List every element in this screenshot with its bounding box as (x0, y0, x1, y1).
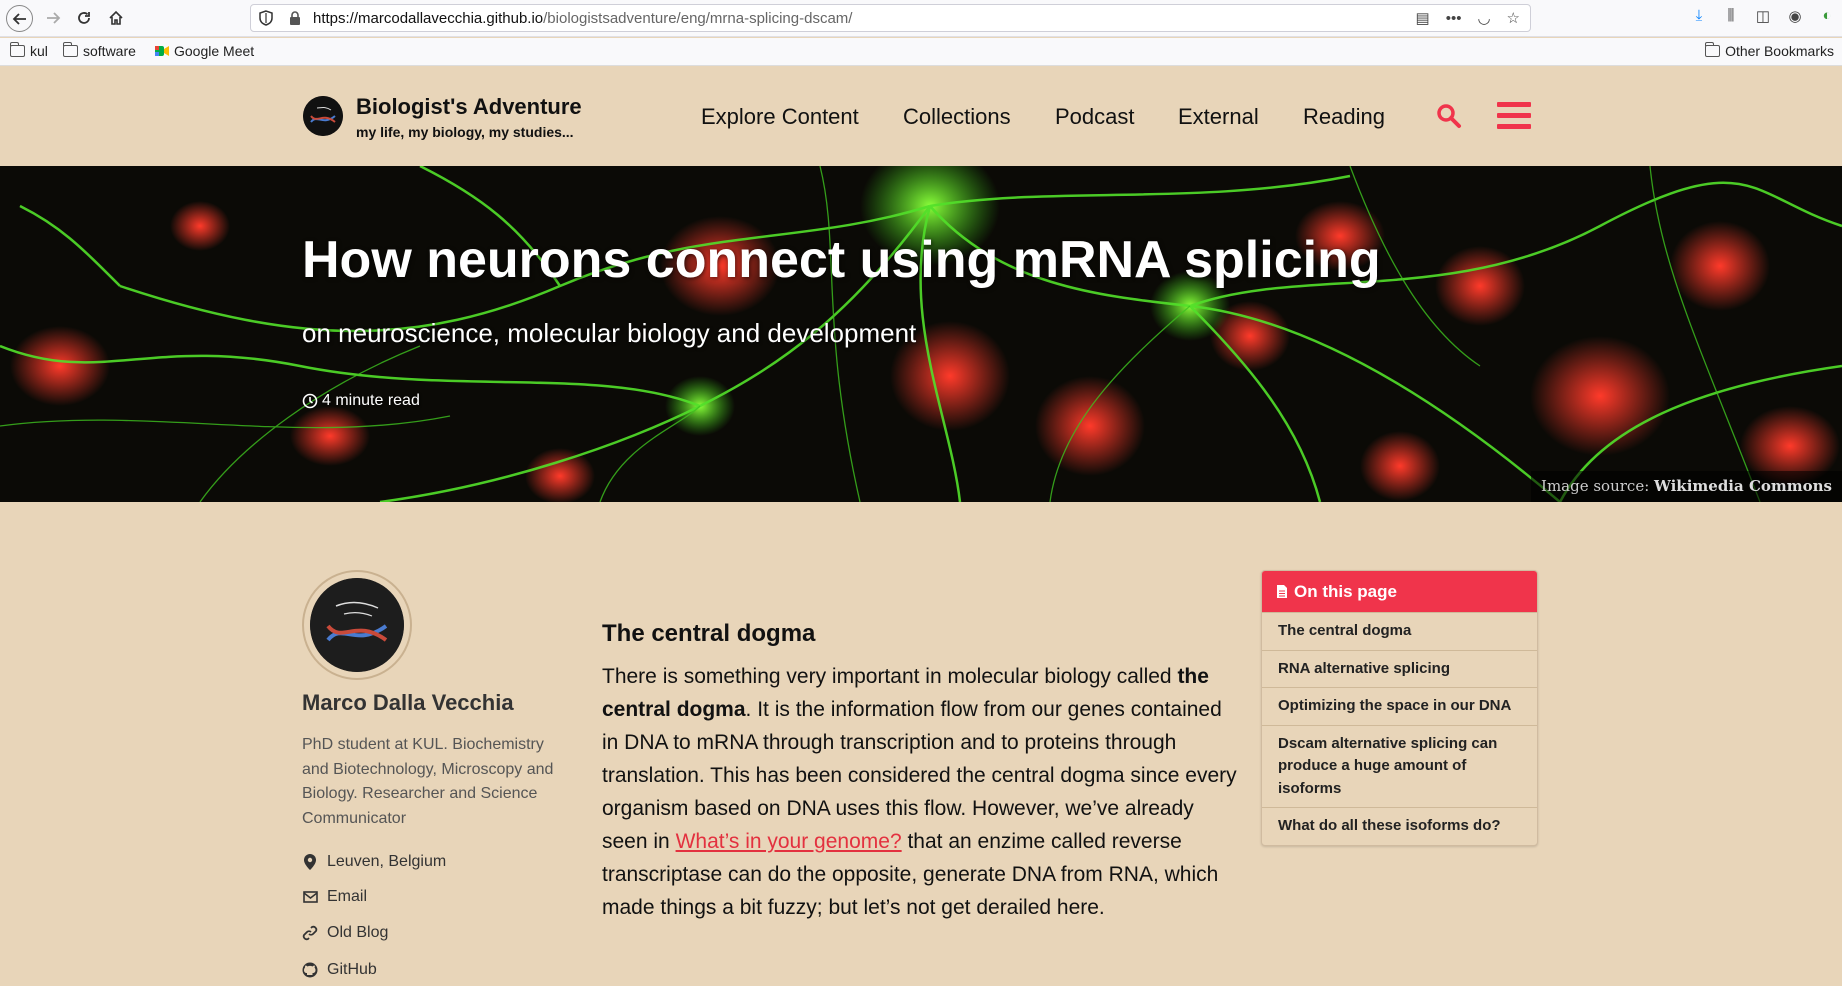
extension-icon[interactable]: ◐ (1818, 7, 1836, 25)
author-old-blog-link[interactable]: Old Blog (302, 924, 388, 942)
author-bio: PhD student at KUL. Biochemistry and Bio… (302, 736, 554, 827)
location-pin-icon (304, 854, 316, 870)
image-source-caption: Image source: Wikimedia Commons (1531, 471, 1842, 502)
nav-collections[interactable]: Collections (903, 104, 1011, 130)
pocket-icon[interactable]: ◡ (1477, 9, 1490, 27)
hero-banner: How neurons connect using mRNA splicing … (0, 166, 1842, 502)
nav-reading[interactable]: Reading (1303, 104, 1385, 130)
reader-view-icon[interactable]: ▤ (1416, 9, 1430, 27)
toc-item-rna-splicing[interactable]: RNA alternative splicing (1262, 649, 1537, 688)
folder-icon (62, 42, 78, 57)
site-logo[interactable] (303, 96, 343, 136)
url-text[interactable]: https://marcodallavecchia.github.io/biol… (313, 10, 852, 27)
search-icon[interactable] (1436, 103, 1462, 129)
home-button[interactable] (103, 5, 129, 31)
site-subtitle: my life, my biology, my studies... (356, 124, 574, 140)
read-time: 4 minute read (302, 392, 420, 410)
other-bookmarks-label: Other Bookmarks (1725, 43, 1834, 59)
back-arrow-icon (12, 12, 26, 25)
bookmark-label: kul (30, 43, 48, 59)
hamburger-bar (1497, 102, 1531, 107)
forward-arrow-icon (47, 12, 61, 24)
more-actions-icon[interactable]: ••• (1446, 10, 1462, 27)
logo-image-icon (303, 96, 343, 136)
bookmarks-bar: kul software Google Meet Other Bookmarks (0, 38, 1842, 66)
bookmark-label: Google Meet (174, 43, 255, 59)
hamburger-bar (1497, 113, 1531, 118)
author-github-link[interactable]: GitHub (302, 961, 377, 979)
email-label: Email (327, 888, 368, 905)
download-icon[interactable]: ⤓ (1690, 7, 1708, 25)
image-source-label: Image source: (1541, 477, 1650, 495)
home-icon (109, 10, 123, 25)
reload-button[interactable] (71, 5, 97, 31)
clock-icon (302, 393, 318, 409)
account-icon[interactable]: ◉ (1786, 7, 1804, 25)
url-bar[interactable]: https://marcodallavecchia.github.io/biol… (250, 4, 1531, 32)
toc-item-optimizing-space[interactable]: Optimizing the space in our DNA (1262, 687, 1537, 725)
toc-item-isoforms[interactable]: What do all these isoforms do? (1262, 807, 1537, 845)
avatar-image (310, 578, 404, 672)
image-source-link[interactable]: Wikimedia Commons (1654, 477, 1832, 495)
author-location: Leuven, Belgium (302, 853, 446, 871)
bookmark-folder-software[interactable]: software (62, 42, 136, 59)
sidebar-icon[interactable]: ◫ (1754, 7, 1772, 25)
whats-in-your-genome-link[interactable]: What’s in your genome? (676, 830, 902, 853)
nav-explore-content[interactable]: Explore Content (701, 104, 859, 130)
section-heading: The central dogma (602, 620, 816, 647)
link-icon (302, 925, 318, 941)
author-name: Marco Dalla Vecchia (302, 690, 514, 715)
table-of-contents: On this page The central dogma RNA alter… (1261, 570, 1538, 846)
toc-header: On this page (1262, 571, 1537, 612)
bookmark-folder-kul[interactable]: kul (9, 42, 48, 59)
google-meet-icon (155, 46, 169, 56)
forward-button[interactable] (40, 5, 66, 31)
folder-icon (1704, 42, 1721, 57)
nav-podcast[interactable]: Podcast (1055, 104, 1135, 130)
folder-icon (9, 42, 25, 57)
hamburger-menu-icon[interactable] (1497, 102, 1531, 130)
library-icon[interactable]: ⫼ (1722, 7, 1740, 25)
url-host: https://marcodallavecchia.github.io (313, 9, 544, 27)
page-title: How neurons connect using mRNA splicing (302, 231, 1381, 289)
neuron-image (0, 166, 1842, 502)
old-blog-label: Old Blog (327, 924, 389, 941)
site-header: Biologist's Adventure my life, my biolog… (0, 66, 1842, 166)
paragraph-text: There is something very important in mol… (602, 665, 1178, 688)
article-paragraph: There is something very important in mol… (602, 660, 1242, 924)
author-email-link[interactable]: Email (302, 888, 367, 906)
url-path: /biologistsadventure/eng/mrna-splicing-d… (543, 9, 853, 27)
site-title[interactable]: Biologist's Adventure (356, 94, 582, 120)
toc-title: On this page (1294, 581, 1397, 601)
document-icon (1277, 585, 1287, 598)
other-bookmarks[interactable]: Other Bookmarks (1704, 42, 1834, 59)
hamburger-bar (1497, 124, 1531, 129)
envelope-icon (302, 891, 318, 903)
toc-item-central-dogma[interactable]: The central dogma (1262, 612, 1537, 650)
github-icon (302, 962, 318, 978)
location-label: Leuven, Belgium (327, 853, 447, 870)
shield-icon[interactable] (259, 10, 273, 26)
back-button[interactable] (6, 5, 33, 32)
page-subtitle: on neuroscience, molecular biology and d… (302, 318, 917, 348)
bookmark-star-icon[interactable]: ☆ (1507, 9, 1520, 27)
avatar-logo-icon (310, 578, 404, 672)
browser-toolbar: https://marcodallavecchia.github.io/biol… (0, 0, 1842, 37)
toc-item-dscam-splicing[interactable]: Dscam alternative splicing can produce a… (1262, 724, 1537, 808)
reload-icon (78, 12, 90, 24)
github-label: GitHub (327, 961, 377, 978)
lock-icon[interactable] (289, 11, 301, 25)
bookmark-google-meet[interactable]: Google Meet (155, 43, 254, 59)
read-time-label: 4 minute read (322, 392, 420, 409)
nav-external[interactable]: External (1178, 104, 1259, 130)
avatar (302, 570, 412, 680)
bookmark-label: software (83, 43, 136, 59)
